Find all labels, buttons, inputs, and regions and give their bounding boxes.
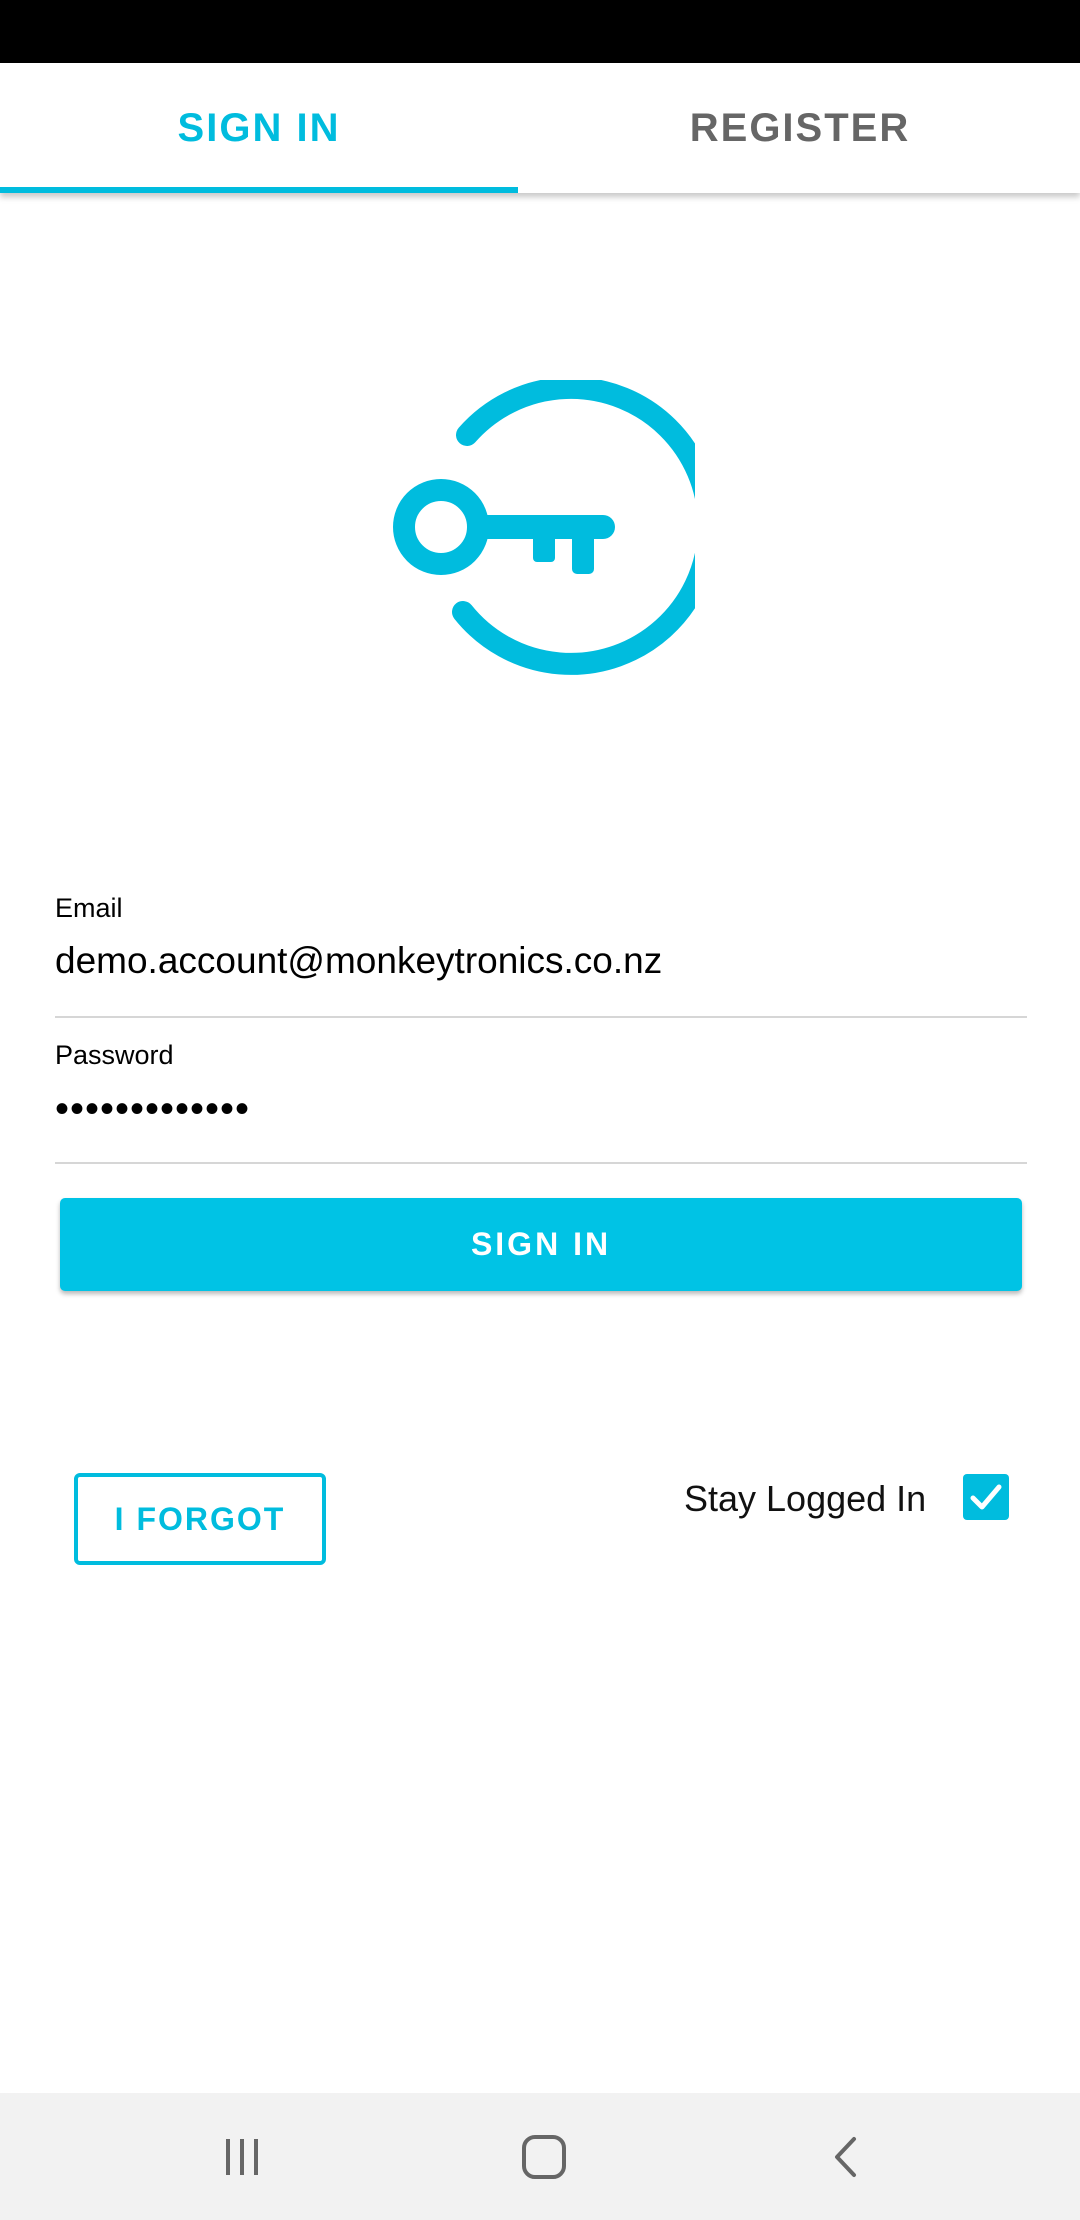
stay-logged-in-label: Stay Logged In (684, 1478, 927, 1519)
email-underline (55, 1016, 1027, 1018)
system-nav-bar (0, 2093, 1080, 2220)
email-field[interactable]: demo.account@monkeytronics.co.nz (55, 940, 662, 982)
recent-apps-icon (226, 2138, 258, 2175)
checkmark-icon (970, 1484, 1002, 1510)
sign-in-button[interactable]: SIGN IN (60, 1198, 1022, 1291)
back-button[interactable] (786, 2093, 906, 2220)
home-button[interactable] (484, 2093, 604, 2220)
tab-register[interactable]: REGISTER (540, 63, 1060, 193)
stay-logged-in-checkbox[interactable] (963, 1474, 1009, 1520)
tab-indicator (0, 187, 518, 193)
back-icon (835, 2136, 856, 2177)
key-circle-icon (393, 380, 695, 675)
home-icon (522, 2134, 566, 2179)
password-field[interactable]: ••••••••••••• (55, 1087, 250, 1132)
tab-bar: SIGN IN REGISTER (0, 63, 1080, 193)
recent-apps-button[interactable] (182, 2093, 302, 2220)
password-label: Password (55, 1040, 174, 1070)
status-bar (0, 0, 1080, 63)
tab-sign-in[interactable]: SIGN IN (0, 63, 518, 193)
email-label: Email (55, 893, 123, 923)
password-underline (55, 1162, 1027, 1164)
forgot-password-button[interactable]: I FORGOT (74, 1473, 326, 1565)
